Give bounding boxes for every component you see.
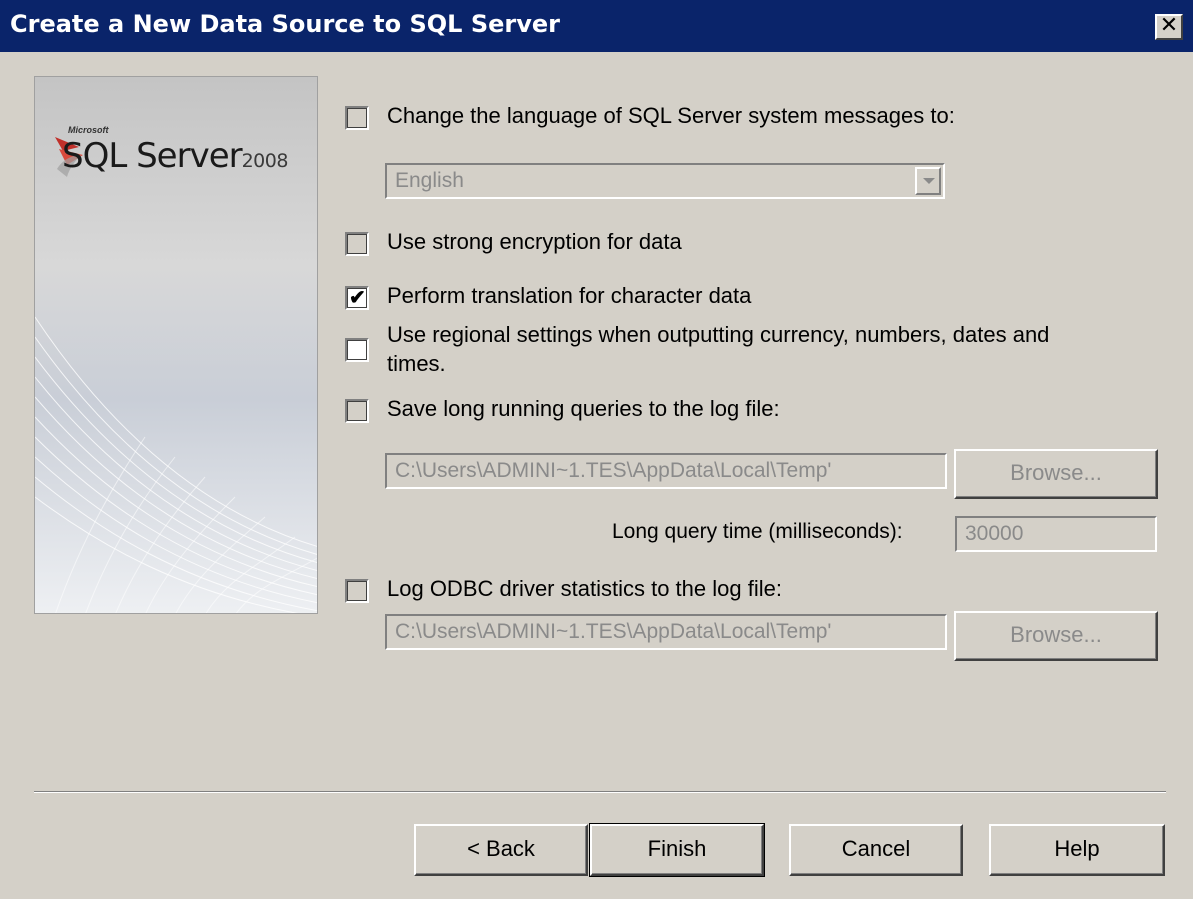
long-query-time-input[interactable]: 30000: [955, 516, 1157, 552]
long-query-browse-label: Browse...: [1010, 460, 1102, 485]
close-icon: ✕: [1159, 13, 1179, 38]
save-long-queries-label: Save long running queries to the log fil…: [387, 396, 780, 421]
odbc-stats-browse-button[interactable]: Browse...: [954, 611, 1158, 661]
cancel-button-label: Cancel: [841, 836, 911, 861]
footer-separator: [34, 791, 1166, 793]
finish-button[interactable]: Finish: [589, 823, 765, 877]
regional-settings-label-line1: Use regional settings when outputting cu…: [387, 322, 1050, 347]
log-odbc-stats-checkbox[interactable]: [345, 579, 369, 603]
change-language-label: Change the language of SQL Server system…: [387, 103, 955, 128]
back-button-label: < Back: [467, 836, 535, 861]
cancel-button[interactable]: Cancel: [789, 824, 963, 876]
long-query-time-label: Long query time (milliseconds):: [612, 520, 903, 543]
dialog-window: Create a New Data Source to SQL Server ✕: [0, 0, 1193, 899]
log-odbc-stats-label: Log ODBC driver statistics to the log fi…: [387, 576, 782, 601]
change-language-checkbox[interactable]: [345, 106, 369, 130]
long-query-browse-button[interactable]: Browse...: [954, 449, 1158, 499]
window-title: Create a New Data Source to SQL Server: [10, 10, 560, 38]
product-year: 2008: [241, 150, 289, 172]
help-button[interactable]: Help: [989, 824, 1165, 876]
chevron-down-icon[interactable]: [915, 167, 941, 195]
finish-button-label: Finish: [647, 836, 707, 861]
translate-char-data-checkbox[interactable]: ✔: [345, 286, 369, 310]
checkmark-icon: ✔: [349, 287, 366, 309]
odbc-stats-log-path-input[interactable]: C:\Users\ADMINI~1.TES\AppData\Local\Temp…: [385, 614, 947, 650]
product-name: SQL Server: [62, 136, 243, 176]
translate-char-data-label: Perform translation for character data: [387, 283, 752, 308]
product-logo-text: SQL Server2008: [62, 136, 288, 176]
regional-settings-checkbox[interactable]: [345, 338, 369, 362]
help-button-label: Help: [1054, 836, 1100, 861]
close-button[interactable]: ✕: [1155, 14, 1183, 40]
title-bar[interactable]: Create a New Data Source to SQL Server ✕: [0, 0, 1193, 52]
regional-settings-label-line2: times.: [387, 351, 446, 376]
odbc-stats-browse-label: Browse...: [1010, 622, 1102, 647]
strong-encryption-label: Use strong encryption for data: [387, 229, 682, 254]
back-button[interactable]: < Back: [414, 824, 588, 876]
microsoft-wordmark: Microsoft: [68, 125, 109, 135]
language-select-value: English: [395, 169, 464, 192]
long-query-log-path-input[interactable]: C:\Users\ADMINI~1.TES\AppData\Local\Temp…: [385, 453, 947, 489]
strong-encryption-checkbox[interactable]: [345, 232, 369, 256]
language-select[interactable]: English: [385, 163, 945, 199]
save-long-queries-checkbox[interactable]: [345, 399, 369, 423]
